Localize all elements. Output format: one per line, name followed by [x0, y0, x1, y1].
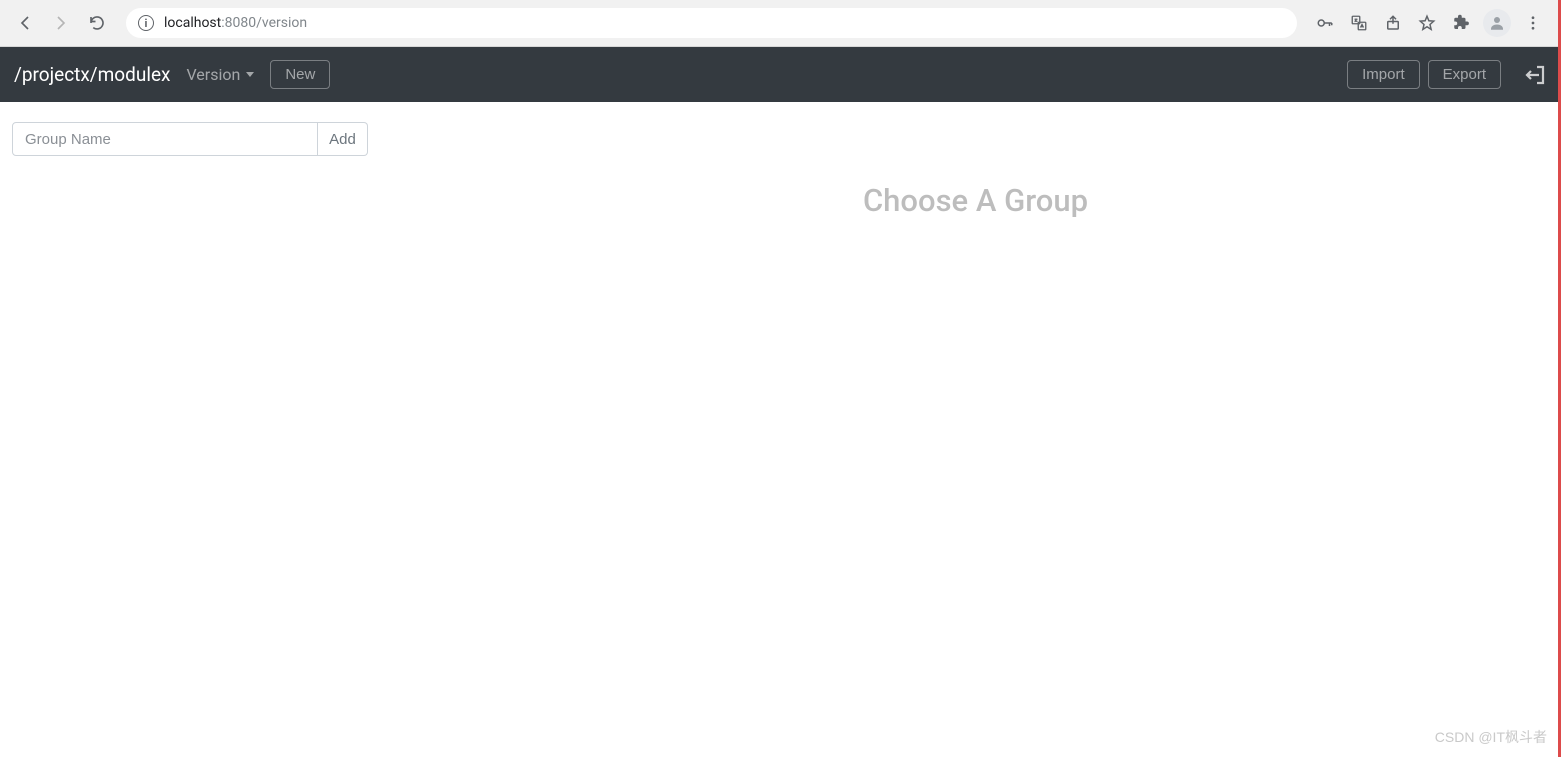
browser-toolbar: i localhost:8080/version	[0, 0, 1561, 47]
choose-group-heading: Choose A Group	[390, 182, 1561, 219]
bookmark-star-icon[interactable]	[1411, 7, 1443, 39]
main-area: Choose A Group	[390, 102, 1561, 757]
chrome-right-icons	[1309, 7, 1553, 39]
forward-button[interactable]	[44, 6, 78, 40]
nav-buttons	[8, 6, 114, 40]
logout-icon[interactable]	[1523, 63, 1547, 87]
chrome-menu-icon[interactable]	[1517, 7, 1549, 39]
version-label: Version	[186, 65, 240, 84]
sidebar: Add	[0, 102, 390, 757]
reload-button[interactable]	[80, 6, 114, 40]
export-button[interactable]: Export	[1428, 60, 1501, 89]
watermark: CSDN @IT枫斗者	[1435, 727, 1547, 747]
profile-avatar[interactable]	[1483, 9, 1511, 37]
import-button[interactable]: Import	[1347, 60, 1420, 89]
address-bar[interactable]: i localhost:8080/version	[126, 8, 1297, 38]
new-button[interactable]: New	[270, 60, 330, 89]
group-input-group: Add	[12, 122, 368, 156]
extensions-icon[interactable]	[1445, 7, 1477, 39]
version-dropdown[interactable]: Version	[186, 65, 254, 84]
site-info-icon[interactable]: i	[138, 15, 154, 31]
group-name-input[interactable]	[12, 122, 318, 156]
app-navbar: /projectx/modulex Version New Import Exp…	[0, 47, 1561, 102]
key-icon[interactable]	[1309, 7, 1341, 39]
share-icon[interactable]	[1377, 7, 1409, 39]
add-group-button[interactable]: Add	[318, 122, 368, 156]
back-button[interactable]	[8, 6, 42, 40]
url-text: localhost:8080/version	[164, 15, 307, 31]
content-area: Add Choose A Group	[0, 102, 1561, 757]
navbar-brand[interactable]: /projectx/modulex	[14, 63, 170, 86]
chevron-down-icon	[246, 72, 254, 77]
navbar-right: Import Export	[1347, 60, 1547, 89]
translate-icon[interactable]	[1343, 7, 1375, 39]
